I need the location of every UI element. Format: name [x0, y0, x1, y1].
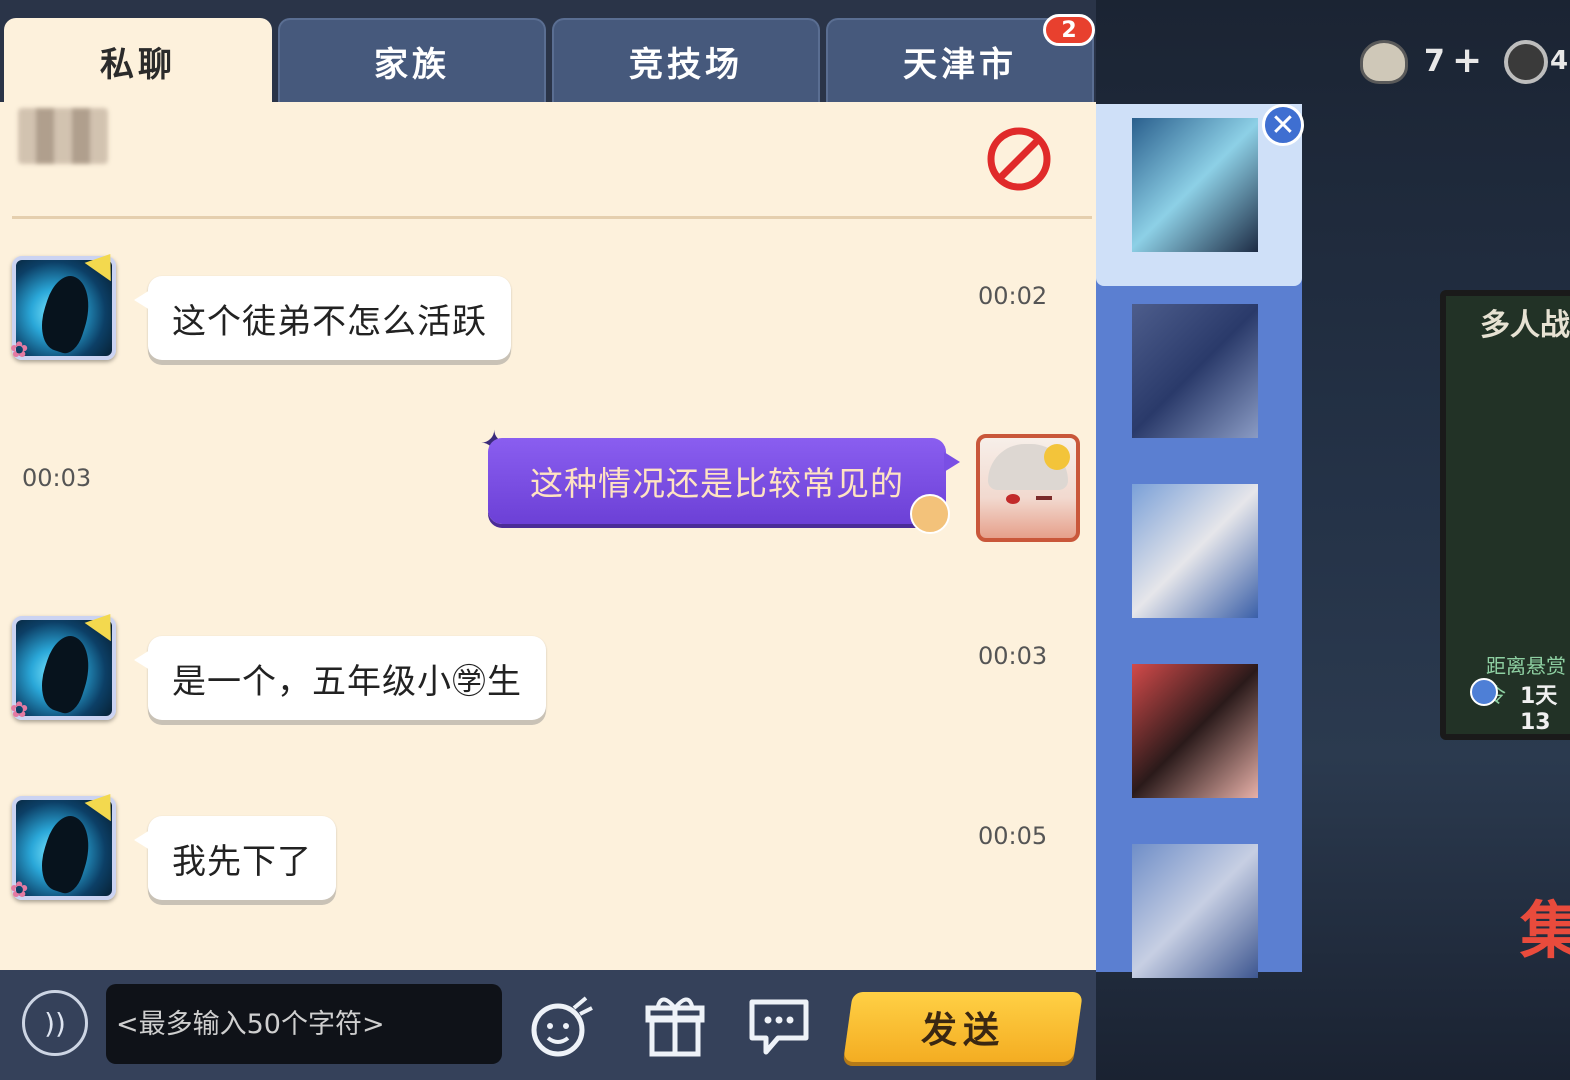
- outgoing-message: 这种情况还是比较常见的: [488, 438, 960, 524]
- rice-icon: [1360, 40, 1408, 84]
- message-time: 00:03: [22, 464, 92, 492]
- message-time: 00:02: [978, 282, 1048, 310]
- friend-item[interactable]: [1132, 844, 1258, 978]
- friend-item[interactable]: [1132, 304, 1258, 438]
- incoming-message: 是一个，五年级小㊫生: [134, 636, 546, 720]
- contact-avatar[interactable]: ✿: [10, 244, 124, 363]
- voice-icon[interactable]: )): [22, 990, 88, 1056]
- coin-icon: [1504, 40, 1548, 84]
- send-button[interactable]: 发送: [843, 992, 1083, 1062]
- block-icon[interactable]: [986, 126, 1052, 192]
- chat-panel: 私聊 家族 竞技场 天津市 2 ✿ 这个徒弟不怎么活跃 00:02 00:03 …: [0, 0, 1096, 1080]
- incoming-message: 我先下了: [134, 816, 336, 900]
- friend-item[interactable]: [1132, 118, 1258, 252]
- message-input[interactable]: [106, 984, 502, 1064]
- tab-clan[interactable]: 家族: [278, 18, 546, 102]
- divider: [12, 216, 1092, 219]
- multiplayer-title: 多人战: [1480, 308, 1570, 343]
- close-icon[interactable]: ✕: [1262, 104, 1304, 146]
- bubble-pet-icon: [910, 494, 950, 534]
- chat-icon[interactable]: [744, 990, 814, 1060]
- contact-avatar[interactable]: ✿: [10, 784, 124, 903]
- tab-arena[interactable]: 竞技场: [552, 18, 820, 102]
- emoji-icon[interactable]: [526, 990, 596, 1060]
- gather-button[interactable]: 集: [1520, 880, 1570, 970]
- message-time: 00:03: [978, 642, 1048, 670]
- message-time: 00:05: [978, 822, 1048, 850]
- contact-avatar[interactable]: ✿: [10, 604, 124, 723]
- friend-list[interactable]: [1096, 104, 1302, 978]
- bounty-timer: 1天 13: [1520, 684, 1558, 735]
- chat-header: [0, 102, 1096, 218]
- unread-badge: 2: [1043, 14, 1095, 46]
- gift-icon[interactable]: [640, 990, 710, 1060]
- hud-count: 7: [1424, 44, 1445, 79]
- incoming-message: 这个徒弟不怎么活跃: [134, 276, 511, 360]
- tab-private[interactable]: 私聊: [4, 18, 272, 102]
- my-avatar[interactable]: [976, 434, 1080, 542]
- friend-item[interactable]: [1132, 664, 1258, 798]
- send-button-label: 发送: [920, 1010, 1005, 1051]
- hud-coin-value: 4(: [1550, 46, 1570, 76]
- add-currency-button[interactable]: +: [1452, 40, 1482, 81]
- friend-item[interactable]: [1132, 484, 1258, 618]
- tab-bar: 私聊 家族 竞技场 天津市 2: [0, 0, 1096, 102]
- clock-icon: [1470, 678, 1498, 706]
- contact-name: [18, 108, 108, 164]
